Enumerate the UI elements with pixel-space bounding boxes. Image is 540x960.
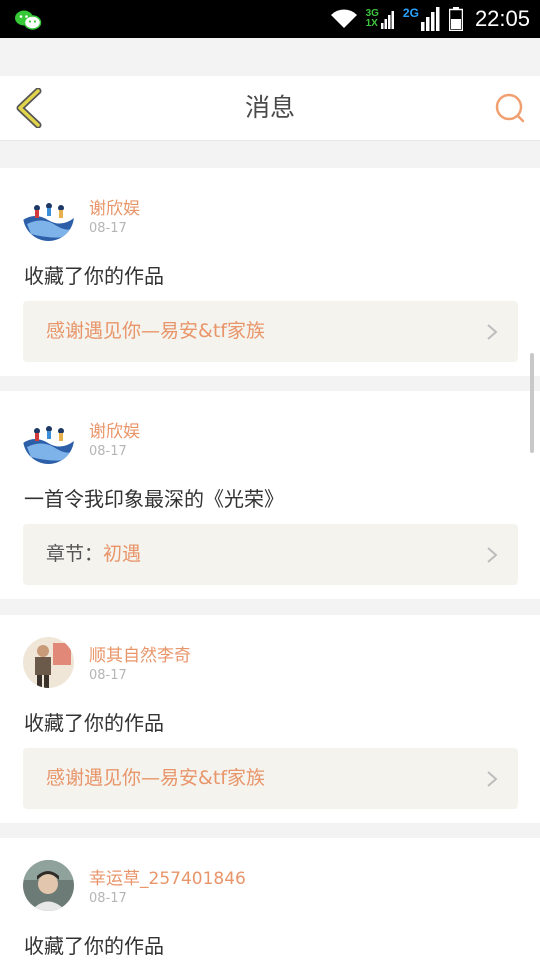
message-card: 谢欣娱 08-17 一首令我印象最深的《光荣》 章节：初遇 [0,391,540,599]
avatar[interactable] [23,413,74,464]
network-subtype-label: 1X [365,18,378,29]
battery-icon [448,7,463,31]
wechat-icon [15,10,42,30]
message-date: 08-17 [89,444,127,459]
message-date: 08-17 [89,668,127,683]
message-text: 收藏了你的作品 [24,711,164,735]
work-link[interactable]: 感谢遇见你—易安&tf家族 [23,301,518,362]
user-name[interactable]: 顺其自然李奇 [89,641,191,666]
work-link-title: 感谢遇见你—易安&tf家族 [46,320,265,342]
message-card: 谢欣娱 08-17 收藏了你的作品 感谢遇见你—易安&tf家族 [0,168,540,376]
user-name[interactable]: 谢欣娱 [89,194,140,219]
wifi-icon [330,9,357,28]
message-text: 收藏了你的作品 [24,934,164,958]
avatar[interactable] [23,190,74,241]
scrollbar[interactable] [530,353,534,453]
search-button[interactable] [494,92,526,124]
work-link-label: 感谢遇见你—易安&tf家族 [46,748,265,809]
header-bar: 消息 [0,76,540,141]
chapter-prefix: 章节： [46,543,104,565]
avatar[interactable] [23,860,74,911]
user-name[interactable]: 幸运草_257401846 [89,864,246,889]
chevron-right-icon [487,324,498,340]
chapter-link-label: 章节：初遇 [46,524,141,585]
page-title: 消息 [244,93,295,122]
network-indicator-primary: 3G 1X [366,9,395,29]
message-card: 顺其自然李奇 08-17 收藏了你的作品 感谢遇见你—易安&tf家族 [0,615,540,823]
message-date: 08-17 [89,891,127,906]
work-link-title: 感谢遇见你—易安&tf家族 [46,767,265,789]
message-text: 一首令我印象最深的《光荣》 [24,487,284,511]
chapter-title: 初遇 [103,543,142,565]
work-link-label: 感谢遇见你—易安&tf家族 [46,301,265,362]
message-date: 08-17 [89,221,127,236]
chevron-right-icon [487,771,498,787]
status-time: 22:05 [474,6,530,31]
signal-icon [380,11,394,29]
network-indicator-secondary: 2G [403,7,441,31]
avatar[interactable] [23,637,74,688]
message-text: 收藏了你的作品 [24,264,164,288]
status-bar: 3G 1X 2G 22:05 [0,0,540,38]
message-card: 幸运草_257401846 08-17 收藏了你的作品 [0,838,540,960]
signal-icon [420,7,440,31]
chevron-right-icon [487,547,498,563]
work-link[interactable]: 感谢遇见你—易安&tf家族 [23,748,518,809]
network-type-secondary-label: 2G [402,6,419,20]
chapter-link[interactable]: 章节：初遇 [23,524,518,585]
user-name[interactable]: 谢欣娱 [89,417,140,442]
